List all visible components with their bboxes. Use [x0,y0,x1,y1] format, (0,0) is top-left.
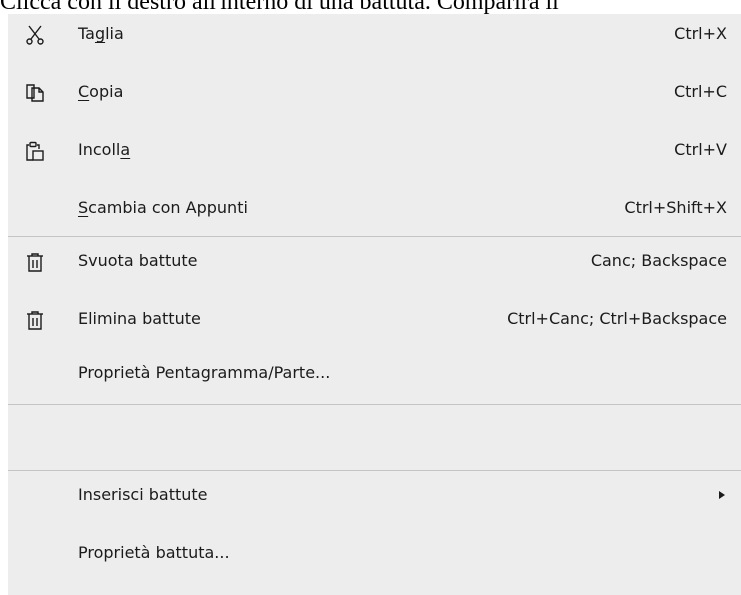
menu-item-clear-measures[interactable]: Svuota battute Canc; Backspace [8,241,741,281]
submenu-arrow-icon [719,491,725,499]
menu-item-staff-part-properties[interactable]: Proprietà Pentagramma/Parte... [8,353,741,393]
menu-separator [8,236,741,237]
menu-item-shortcut: Ctrl+Shift+X [624,198,727,217]
menu-item-label: Copia [78,82,124,101]
menu-item-label: Taglia [78,24,124,43]
menu-item-label: Elimina battute [78,309,201,328]
menu-item-swap-clipboard[interactable]: Scambia con Appunti Ctrl+Shift+X [8,188,741,228]
paste-icon [24,140,46,162]
page: Clicca con il destro all'interno di una … [0,0,741,595]
menu-item-paste[interactable]: Incolla Ctrl+V [8,130,741,170]
menu-item-label: Proprietà battuta... [78,543,230,562]
menu-item-shortcut: Ctrl+C [673,82,727,101]
menu-item-label: Svuota battute [78,251,198,270]
copy-icon [24,82,46,104]
menu-item-delete-measures[interactable]: Elimina battute Ctrl+Canc; Ctrl+Backspac… [8,299,741,339]
menu-item-shortcut: Canc; Backspace [590,251,727,270]
menu-item-cut[interactable]: Taglia Ctrl+X [8,14,741,54]
trash-icon [24,309,46,331]
menu-separator [8,470,741,471]
menu-item-shortcut: Ctrl+Canc; Ctrl+Backspace [507,309,727,328]
menu-item-shortcut: Ctrl+V [674,140,727,159]
menu-item-label: Incolla [78,140,131,159]
scissors-icon [24,24,46,46]
menu-item-label: Proprietà Pentagramma/Parte... [78,363,331,382]
menu-item-measure-properties[interactable]: Proprietà battuta... [8,533,741,573]
menu-item-shortcut: Ctrl+X [674,24,727,43]
menu-item-copy[interactable]: Copia Ctrl+C [8,72,741,112]
menu-item-insert-measures[interactable]: Inserisci battute [8,475,741,515]
menu-item-label: Scambia con Appunti [78,198,248,217]
menu-item-label: Inserisci battute [78,485,208,504]
menu-separator [8,404,741,405]
context-menu: Taglia Ctrl+X Copia Ctrl+C Incolla Ctrl+… [8,14,741,595]
trash-icon [24,251,46,273]
